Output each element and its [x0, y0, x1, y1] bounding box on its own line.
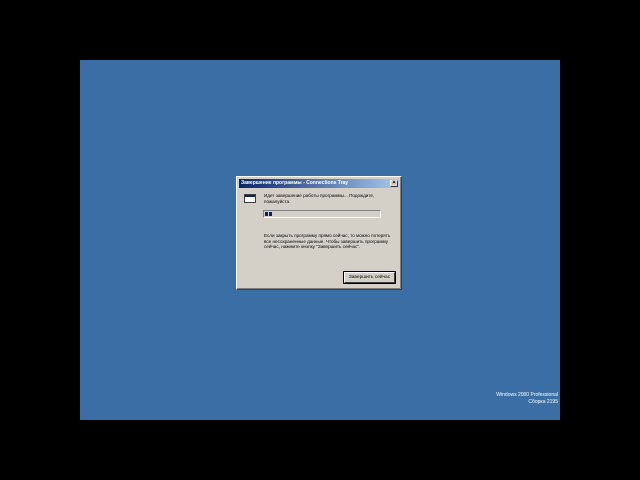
dialog-title: Завершение программы - Connections Tray — [241, 180, 349, 186]
progress-block — [269, 212, 272, 216]
warning-text: Если закрыть программу прямо сейчас, то … — [264, 233, 391, 250]
shutdown-message: Идет завершение работы программы... Подо… — [264, 193, 375, 204]
shutdown-progress-bar — [263, 210, 381, 218]
close-button[interactable]: × — [390, 180, 398, 187]
desktop: Завершение программы - Connections Tray … — [80, 60, 560, 420]
progress-block — [265, 212, 268, 216]
os-version-watermark: Windows 2000 Professional Сборка 2195 — [496, 392, 558, 406]
end-program-dialog: Завершение программы - Connections Tray … — [236, 176, 402, 290]
os-build: Сборка 2195 — [528, 399, 558, 405]
end-now-button[interactable]: Завершить сейчас — [343, 271, 396, 284]
close-icon: × — [392, 180, 396, 186]
progress-fill — [265, 212, 272, 216]
dialog-titlebar[interactable]: Завершение программы - Connections Tray … — [239, 179, 399, 188]
os-name: Windows 2000 Professional — [496, 392, 558, 398]
window-app-icon — [244, 194, 256, 203]
